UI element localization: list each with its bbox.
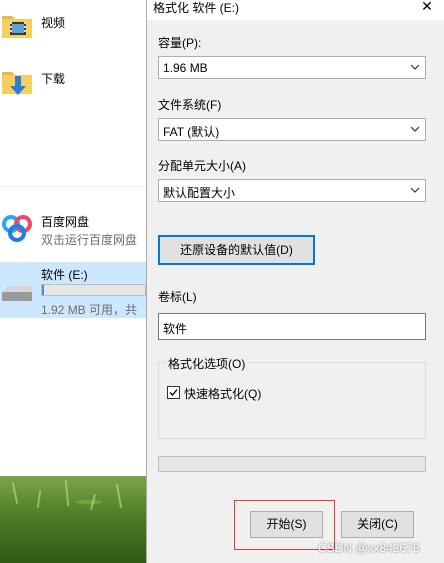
folder-item-videos[interactable]: 视频 — [0, 0, 146, 48]
allocation-select[interactable]: 默认配置大小 — [158, 179, 426, 202]
volume-label-value: 软件 — [163, 322, 188, 336]
video-folder-icon — [2, 16, 32, 38]
checkmark-icon — [169, 389, 178, 396]
folder-item-downloads[interactable]: 下载 — [0, 56, 146, 104]
drive-space-text: 1.92 MB 可用，共 — [41, 303, 138, 317]
close-button[interactable]: 关闭(C) — [341, 511, 414, 538]
dialog-title: 格式化 软件 (E:) — [153, 1, 239, 15]
baidu-netdisk-item[interactable]: 百度网盘 双击运行百度网盘 — [0, 204, 146, 254]
watermark: CSDN @xx842678 — [318, 541, 420, 555]
format-options-group: 格式化选项(O) 快速格式化(Q) — [158, 355, 426, 439]
allocation-value: 默认配置大小 — [163, 186, 236, 200]
chevron-down-icon — [410, 126, 420, 132]
baidu-netdisk-name: 百度网盘 — [41, 215, 90, 229]
allocation-label: 分配单元大小(A) — [158, 159, 246, 173]
volume-label: 卷标(L) — [158, 290, 197, 304]
usb-drive-icon — [2, 286, 32, 301]
format-dialog: 格式化 软件 (E:) ✕ 容量(P): 1.96 MB 文件系统(F) FAT… — [146, 0, 444, 563]
chevron-down-icon — [410, 64, 420, 70]
quick-format-label: 快速格式化(Q) — [184, 387, 262, 401]
filesystem-value: FAT (默认) — [163, 125, 220, 139]
start-button[interactable]: 开始(S) — [250, 511, 323, 538]
quick-format-checkbox[interactable] — [167, 386, 180, 399]
capacity-select[interactable]: 1.96 MB — [158, 56, 426, 79]
filesystem-label: 文件系统(F) — [158, 98, 222, 112]
section-divider — [0, 186, 146, 187]
baidu-netdisk-desc: 双击运行百度网盘 — [41, 233, 138, 247]
dialog-titlebar[interactable]: 格式化 软件 (E:) ✕ — [147, 0, 444, 20]
capacity-value: 1.96 MB — [163, 61, 208, 75]
drive-usage-fill — [42, 285, 45, 295]
close-icon[interactable]: ✕ — [410, 0, 444, 18]
file-explorer-pane: 视频 下载 百度网盘 双击运行百度网盘 软件 (E:) 1.92 MB 可用，共 — [0, 0, 146, 476]
format-options-legend: 格式化选项(O) — [165, 355, 249, 372]
filesystem-select[interactable]: FAT (默认) — [158, 118, 426, 141]
download-folder-icon — [2, 72, 32, 95]
drive-name: 软件 (E:) — [41, 268, 88, 282]
drive-usage-bar — [41, 284, 146, 296]
capacity-label: 容量(P): — [158, 36, 202, 50]
folder-label: 视频 — [41, 16, 66, 30]
folder-label: 下载 — [41, 72, 66, 86]
volume-label-input[interactable]: 软件 — [158, 313, 426, 340]
restore-defaults-button[interactable]: 还原设备的默认值(D) — [158, 235, 315, 265]
format-progress-bar — [158, 456, 426, 472]
drive-item-e[interactable]: 软件 (E:) 1.92 MB 可用，共 — [0, 262, 146, 318]
chevron-down-icon — [410, 187, 420, 193]
screen: 视频 下载 百度网盘 双击运行百度网盘 软件 (E:) 1.92 MB 可用，共… — [0, 0, 444, 563]
baidu-netdisk-icon — [2, 215, 32, 242]
